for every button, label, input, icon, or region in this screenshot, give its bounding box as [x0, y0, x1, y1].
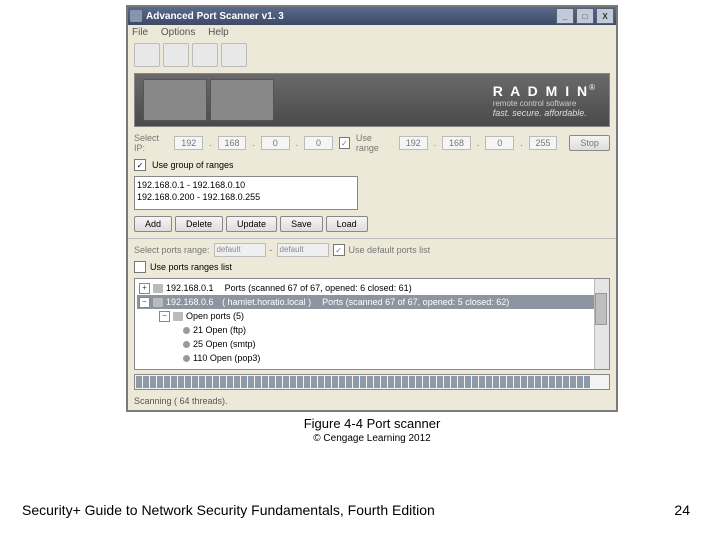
use-default-ports-label: Use default ports list: [349, 245, 431, 255]
maximize-button[interactable]: □: [576, 8, 594, 24]
open-ports-header[interactable]: − Open ports (5): [157, 309, 607, 323]
stop-button[interactable]: Stop: [569, 135, 610, 151]
port-to[interactable]: default: [277, 243, 329, 257]
port-from[interactable]: default: [214, 243, 266, 257]
expand-icon[interactable]: +: [139, 283, 150, 294]
collapse-icon[interactable]: −: [139, 297, 150, 308]
port-25: 25 Open (smtp): [193, 337, 256, 351]
select-ip-label: Select IP:: [134, 133, 168, 153]
range-line-1: 192.168.0.1 - 192.168.0.10: [137, 179, 355, 191]
save-button[interactable]: Save: [280, 216, 323, 232]
port-row-21[interactable]: 21 Open (ftp): [181, 323, 607, 337]
row2-ip: 192.168.0.6: [166, 295, 214, 309]
toolbar: [128, 40, 616, 70]
use-group-label: Use group of ranges: [152, 160, 234, 170]
status-bar: Scanning ( 64 threads).: [128, 394, 616, 410]
page-number: 24: [674, 502, 690, 518]
window-title: Advanced Port Scanner v1. 3: [146, 11, 284, 22]
tree-scrollbar[interactable]: [594, 279, 609, 369]
computers-icon[interactable]: [221, 43, 247, 67]
scrollbar-thumb[interactable]: [595, 293, 607, 325]
range-line-2: 192.168.0.200 - 192.168.0.255: [137, 191, 355, 203]
port-110: 110 Open (pop3): [193, 351, 260, 365]
progress-bar: [134, 374, 610, 390]
banner-image-2: [210, 79, 274, 121]
row2-host: ( hamlet.horatio.local ): [222, 295, 311, 309]
use-group-checkbox[interactable]: [134, 159, 146, 171]
port-dot-icon: [183, 355, 190, 362]
update-button[interactable]: Update: [226, 216, 277, 232]
network-icon[interactable]: [192, 43, 218, 67]
menu-options[interactable]: Options: [161, 27, 195, 38]
copyright: © Cengage Learning 2012: [126, 433, 618, 444]
port-dot-icon: [183, 327, 190, 334]
folder-icon: [173, 312, 183, 321]
ip1-oct2[interactable]: 168: [218, 136, 247, 150]
banner-tagline: fast. secure. affordable.: [493, 108, 595, 118]
close-button[interactable]: X: [596, 8, 614, 24]
use-ports-ranges-label: Use ports ranges list: [150, 262, 232, 272]
minimize-button[interactable]: _: [556, 8, 574, 24]
ip2-oct2[interactable]: 168: [442, 136, 471, 150]
ip2-oct3[interactable]: 0: [485, 136, 514, 150]
port-dot-icon: [183, 341, 190, 348]
use-range-label: Use range: [356, 133, 393, 153]
load-button[interactable]: Load: [326, 216, 368, 232]
tree-row-2[interactable]: − 192.168.0.6 ( hamlet.horatio.local ) P…: [137, 295, 607, 309]
ip-row: Select IP: 192. 168. 0. 0 Use range 192.…: [128, 130, 616, 156]
use-range-checkbox[interactable]: [339, 137, 350, 149]
open-folder-icon[interactable]: [134, 43, 160, 67]
ranges-listbox[interactable]: 192.168.0.1 - 192.168.0.10 192.168.0.200…: [134, 176, 358, 210]
collapse-icon[interactable]: −: [159, 311, 170, 322]
port-row-25[interactable]: 25 Open (smtp): [181, 337, 607, 351]
use-ports-ranges-checkbox[interactable]: [134, 261, 146, 273]
scan-icon[interactable]: [163, 43, 189, 67]
row1-ip: 192.168.0.1: [166, 281, 214, 295]
ip1-oct1[interactable]: 192: [174, 136, 203, 150]
menu-bar: File Options Help: [128, 25, 616, 40]
ip2-oct4[interactable]: 255: [529, 136, 558, 150]
delete-button[interactable]: Delete: [175, 216, 223, 232]
banner-reg: ®: [589, 83, 595, 92]
ip2-oct1[interactable]: 192: [399, 136, 428, 150]
range-btn-row: Add Delete Update Save Load: [128, 212, 616, 236]
port-21: 21 Open (ftp): [193, 323, 246, 337]
banner-brand: R A D M I N: [493, 83, 589, 99]
computer-icon: [153, 298, 163, 307]
results-tree[interactable]: + 192.168.0.1 Ports (scanned 67 of 67, o…: [134, 278, 610, 370]
banner-subtitle: remote control software: [493, 99, 595, 108]
figure-caption: Figure 4-4 Port scanner: [126, 416, 618, 431]
tree-row-1[interactable]: + 192.168.0.1 Ports (scanned 67 of 67, o…: [137, 281, 607, 295]
title-bar[interactable]: Advanced Port Scanner v1. 3 _ □ X: [128, 7, 616, 25]
ip1-oct4[interactable]: 0: [304, 136, 333, 150]
row1-stats: Ports (scanned 67 of 67, opened: 6 close…: [225, 281, 412, 295]
computer-icon: [153, 284, 163, 293]
port-row-110[interactable]: 110 Open (pop3): [181, 351, 607, 365]
ip1-oct3[interactable]: 0: [261, 136, 290, 150]
app-icon: [130, 10, 142, 22]
open-ports-label: Open ports (5): [186, 309, 244, 323]
book-title: Security+ Guide to Network Security Fund…: [22, 502, 435, 518]
row2-stats: Ports (scanned 67 of 67, opened: 5 close…: [322, 295, 509, 309]
add-button[interactable]: Add: [134, 216, 172, 232]
menu-file[interactable]: File: [132, 27, 148, 38]
use-default-ports-checkbox[interactable]: [333, 244, 345, 256]
ports-label: Select ports range:: [134, 245, 210, 255]
banner-image-1: [143, 79, 207, 121]
ports-row: Select ports range: default - default Us…: [128, 241, 616, 259]
app-window: Advanced Port Scanner v1. 3 _ □ X File O…: [126, 5, 618, 412]
ad-banner[interactable]: R A D M I N® remote control software fas…: [134, 73, 610, 127]
menu-help[interactable]: Help: [208, 27, 229, 38]
